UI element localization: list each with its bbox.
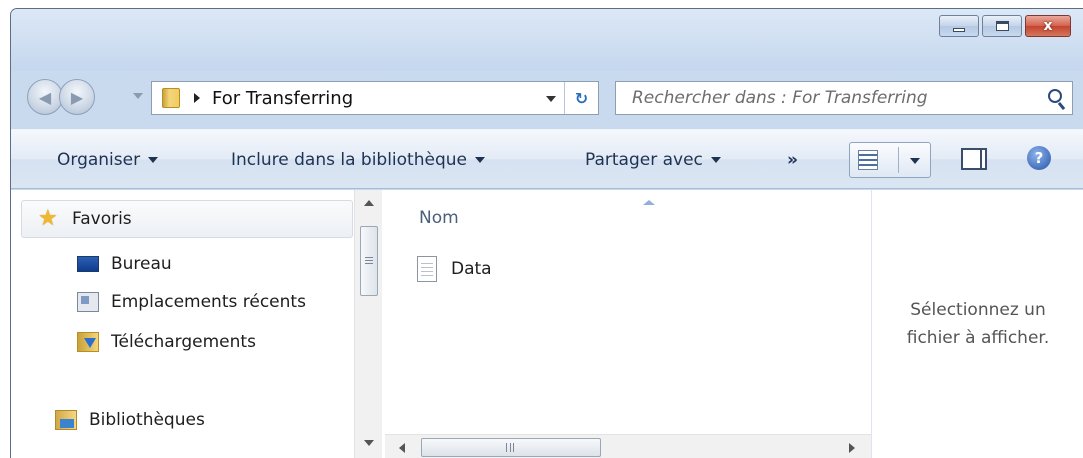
file-name: Data (451, 259, 492, 279)
sort-ascending-icon (643, 200, 655, 205)
share-with-button[interactable]: Partager avec (585, 150, 721, 170)
minimize-icon (953, 28, 965, 32)
grip-icon (506, 443, 514, 452)
share-with-label: Partager avec (585, 150, 703, 170)
nav-item-label: Bibliothèques (89, 410, 205, 430)
chevron-down-icon (474, 157, 485, 163)
address-bar[interactable]: For Transferring ↻ (151, 81, 599, 115)
horizontal-scroll-thumb[interactable] (421, 438, 601, 457)
downloads-icon (77, 332, 99, 352)
search-icon[interactable] (1048, 89, 1062, 103)
help-icon[interactable]: ? (1027, 146, 1051, 170)
back-arrow-icon: ◀ (38, 87, 52, 107)
preview-pane: Sélectionnez un fichier à afficher. (871, 190, 1083, 458)
nav-item-label: Emplacements récents (111, 292, 306, 312)
view-options-dropdown-icon[interactable] (910, 158, 920, 164)
column-header-name[interactable]: Nom (419, 208, 459, 228)
more-commands-button[interactable]: » (787, 150, 798, 170)
file-list-horizontal-scrollbar[interactable] (385, 434, 871, 458)
nav-item-recent-places[interactable]: Emplacements récents (77, 284, 306, 320)
recent-places-icon (77, 292, 99, 312)
refresh-icon: ↻ (574, 88, 589, 108)
close-icon: x (1043, 18, 1053, 34)
nav-item-downloads[interactable]: Téléchargements (77, 324, 256, 360)
star-icon: ★ (38, 206, 58, 231)
nav-item-label: Téléchargements (111, 332, 256, 352)
view-button-divider (898, 147, 899, 173)
refresh-button[interactable]: ↻ (564, 82, 598, 114)
nav-item-desktop[interactable]: Bureau (77, 246, 172, 282)
search-input[interactable]: Rechercher dans : For Transferring (615, 81, 1073, 115)
file-item[interactable]: Data (417, 256, 492, 282)
nav-item-favorites[interactable]: ★ Favoris (21, 200, 353, 238)
desktop-icon (77, 256, 99, 272)
include-in-library-label: Inclure dans la bibliothèque (231, 150, 467, 170)
text-file-icon (417, 256, 437, 282)
nav-item-label: Bureau (111, 254, 172, 274)
maximize-icon (995, 21, 1009, 31)
breadcrumb-arrow-icon[interactable] (194, 93, 200, 103)
navigation-pane-scrollbar[interactable] (354, 190, 382, 458)
caption-buttons: x (936, 15, 1071, 37)
close-button[interactable]: x (1025, 15, 1071, 37)
file-list-pane: Nom Data (385, 190, 871, 458)
preview-message: Sélectionnez un fichier à afficher. (872, 296, 1083, 352)
minimize-button[interactable] (939, 15, 979, 37)
back-button[interactable]: ◀ (27, 79, 63, 115)
organize-menu-button[interactable]: Organiser (57, 150, 159, 170)
command-bar: Organiser Inclure dans la bibliothèque P… (11, 129, 1083, 189)
grip-icon (365, 257, 373, 264)
details-view-icon (858, 150, 878, 170)
title-bar[interactable]: x (11, 9, 1083, 71)
scroll-left-icon[interactable] (399, 443, 405, 453)
chevron-down-icon (148, 157, 159, 163)
preview-message-line-2: fichier à afficher. (906, 328, 1050, 348)
maximize-button[interactable] (982, 15, 1022, 37)
folder-icon (162, 88, 180, 108)
scroll-right-icon[interactable] (849, 443, 855, 453)
nav-item-label: Favoris (72, 209, 132, 229)
include-in-library-button[interactable]: Inclure dans la bibliothèque (231, 150, 485, 170)
vertical-scroll-thumb[interactable] (360, 226, 378, 296)
recent-pages-dropdown[interactable] (133, 93, 143, 99)
preview-pane-toggle-icon[interactable] (961, 148, 987, 170)
content-area: ★ Favoris Bureau Emplacements récents Té… (11, 190, 1083, 458)
address-dropdown-icon[interactable] (546, 96, 556, 102)
chevron-down-icon (710, 157, 721, 163)
navigation-pane: ★ Favoris Bureau Emplacements récents Té… (11, 190, 382, 458)
preview-message-line-1: Sélectionnez un (910, 300, 1046, 320)
nav-item-libraries[interactable]: Bibliothèques (55, 402, 205, 438)
scroll-down-icon[interactable] (364, 440, 374, 446)
change-view-button[interactable] (849, 142, 931, 178)
organize-label: Organiser (57, 150, 141, 170)
explorer-window: x ◀ ▶ For Transferring ↻ Rechercher dans… (10, 8, 1083, 458)
scroll-up-icon[interactable] (364, 200, 374, 206)
libraries-icon (55, 410, 77, 430)
search-placeholder: Rechercher dans : For Transferring (632, 88, 928, 108)
forward-arrow-icon: ▶ (70, 87, 84, 107)
breadcrumb-current-folder[interactable]: For Transferring (212, 88, 353, 109)
forward-button[interactable]: ▶ (59, 79, 95, 115)
